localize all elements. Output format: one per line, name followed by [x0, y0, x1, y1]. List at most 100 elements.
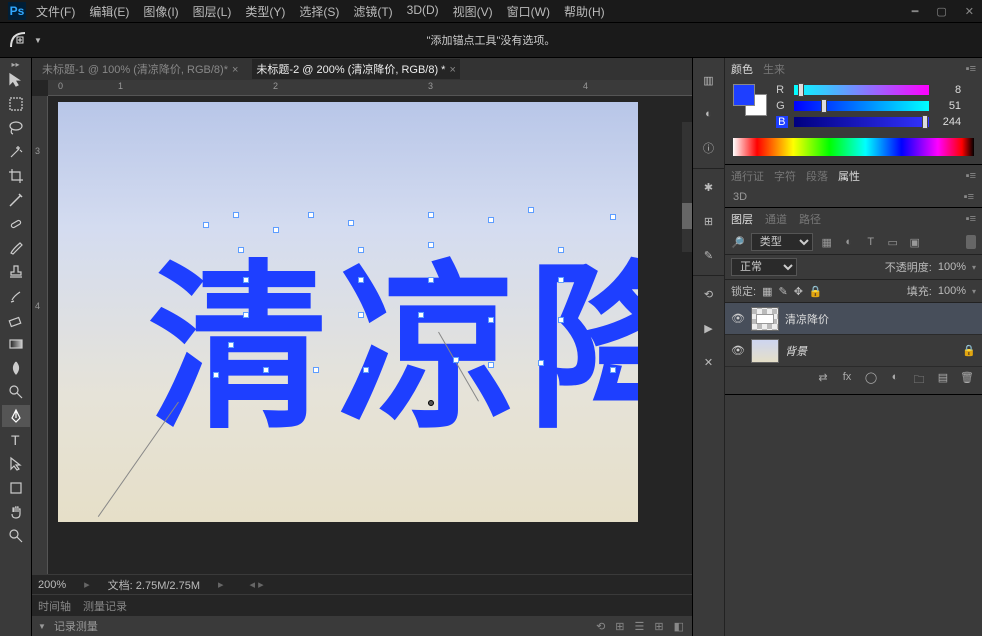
- record-measure[interactable]: 记录测量: [54, 618, 98, 634]
- path-anchor[interactable]: [610, 367, 616, 373]
- marquee-tool[interactable]: [2, 93, 30, 115]
- layer-filter-kind[interactable]: 类型: [751, 233, 813, 251]
- history-brush-tool[interactable]: [2, 285, 30, 307]
- lock-pixels-icon[interactable]: ▦: [762, 285, 772, 298]
- ruler-top[interactable]: 0 1 2 3 4: [48, 80, 692, 96]
- path-anchor[interactable]: [558, 317, 564, 323]
- path-anchor[interactable]: [308, 212, 314, 218]
- doc-tab-2-close-icon[interactable]: ×: [449, 64, 455, 76]
- path-anchor[interactable]: [528, 207, 534, 213]
- paths-tab[interactable]: 路径: [799, 211, 821, 227]
- delete-icon[interactable]: 🗑: [960, 371, 974, 390]
- status-icon[interactable]: ⊞: [654, 620, 663, 633]
- path-anchor[interactable]: [238, 247, 244, 253]
- menu-type[interactable]: 类型(Y): [245, 3, 285, 20]
- blend-mode-select[interactable]: 正常: [731, 258, 797, 276]
- props-tab-4[interactable]: 属性: [838, 168, 860, 184]
- filter-type-icon[interactable]: T: [863, 234, 879, 250]
- layer-name[interactable]: 背景: [785, 343, 807, 359]
- type-tool[interactable]: T: [2, 429, 30, 451]
- path-anchor[interactable]: [213, 372, 219, 378]
- layer-thumb[interactable]: [751, 307, 779, 331]
- layer-name[interactable]: 清凉降价: [785, 311, 829, 327]
- path-anchor[interactable]: [363, 367, 369, 373]
- path-anchor[interactable]: [203, 222, 209, 228]
- path-anchor[interactable]: [488, 362, 494, 368]
- filter-pixel-icon[interactable]: ▦: [819, 234, 835, 250]
- visibility-icon[interactable]: 👁: [731, 312, 745, 325]
- path-anchor[interactable]: [348, 220, 354, 226]
- canvas-viewport[interactable]: 清凉降: [48, 96, 692, 574]
- fx-icon[interactable]: fx: [840, 371, 854, 390]
- status-icon[interactable]: ◧: [674, 620, 684, 633]
- path-anchor[interactable]: [313, 367, 319, 373]
- status-icon[interactable]: ⟲: [596, 620, 605, 633]
- status-icon[interactable]: ⊞: [615, 620, 624, 633]
- menu-view[interactable]: 视图(V): [453, 3, 493, 20]
- doc-tab-1-close-icon[interactable]: ×: [232, 64, 238, 76]
- swatches-tab[interactable]: 生来: [763, 61, 785, 77]
- eyedropper-tool[interactable]: [2, 189, 30, 211]
- b-value[interactable]: 244: [935, 116, 961, 128]
- menu-help[interactable]: 帮助(H): [564, 3, 605, 20]
- path-anchor[interactable]: [243, 277, 249, 283]
- dodge-tool[interactable]: [2, 381, 30, 403]
- panel-menu-icon[interactable]: ▪≡: [966, 63, 976, 75]
- history-icon[interactable]: ⟲: [695, 280, 723, 308]
- group-icon[interactable]: 🗀: [912, 371, 926, 390]
- link-icon[interactable]: ⇄: [816, 371, 830, 390]
- timeline-panel-tab[interactable]: 时间轴: [38, 598, 71, 614]
- doc-tab-1[interactable]: 未标题-1 @ 100% (清凉降价, RGB/8)*×: [38, 59, 242, 79]
- path-anchor[interactable]: [358, 247, 364, 253]
- path-anchor[interactable]: [233, 212, 239, 218]
- path-anchor[interactable]: [358, 277, 364, 283]
- minimize-icon[interactable]: ━: [912, 5, 919, 18]
- info-icon[interactable]: ⓘ: [695, 134, 723, 162]
- filter-smart-icon[interactable]: ▣: [907, 234, 923, 250]
- move-tool[interactable]: [2, 69, 30, 91]
- adjustments-icon[interactable]: ✎: [695, 241, 723, 269]
- path-anchor[interactable]: [273, 227, 279, 233]
- path-anchor[interactable]: [263, 367, 269, 373]
- doc-tab-2[interactable]: 未标题-2 @ 200% (清凉降价, RGB/8) *×: [252, 59, 459, 79]
- menu-edit[interactable]: 编辑(E): [89, 3, 129, 20]
- filter-shape-icon[interactable]: ▭: [885, 234, 901, 250]
- current-tool[interactable]: ▼: [8, 30, 42, 50]
- close-icon[interactable]: ✕: [965, 5, 974, 18]
- heal-tool[interactable]: [2, 213, 30, 235]
- path-anchor[interactable]: [488, 217, 494, 223]
- menu-select[interactable]: 选择(S): [299, 3, 339, 20]
- g-slider[interactable]: [794, 101, 929, 111]
- g-value[interactable]: 51: [935, 100, 961, 112]
- brush-tool[interactable]: [2, 237, 30, 259]
- wand-tool[interactable]: [2, 141, 30, 163]
- filter-toggle[interactable]: [966, 235, 976, 249]
- path-anchor[interactable]: [428, 212, 434, 218]
- r-value[interactable]: 8: [935, 84, 961, 96]
- pen-tool[interactable]: [2, 405, 30, 427]
- eraser-tool[interactable]: [2, 309, 30, 331]
- color-swatches[interactable]: [733, 84, 767, 116]
- shape-tool[interactable]: [2, 477, 30, 499]
- options-icon[interactable]: ✕: [695, 348, 723, 376]
- mask-icon[interactable]: ◯: [864, 371, 878, 390]
- adjust-layer-icon[interactable]: ◐: [888, 371, 902, 390]
- lock-position-icon[interactable]: ✥: [794, 285, 803, 298]
- path-anchor[interactable]: [453, 357, 459, 363]
- panel-menu-icon[interactable]: ▪≡: [964, 191, 974, 203]
- collapse-icon[interactable]: ▸▸: [0, 60, 31, 69]
- lasso-tool[interactable]: [2, 117, 30, 139]
- menu-window[interactable]: 窗口(W): [507, 3, 550, 20]
- menu-filter[interactable]: 滤镜(T): [353, 3, 392, 20]
- visibility-icon[interactable]: 👁: [731, 344, 745, 357]
- props-tab-3[interactable]: 段落: [806, 168, 828, 184]
- layer-row-text[interactable]: 👁 清凉降价: [725, 303, 982, 335]
- navigator-icon[interactable]: ◐: [695, 100, 723, 128]
- props-tab-1[interactable]: 通行证: [731, 168, 764, 184]
- layer-thumb[interactable]: [751, 339, 779, 363]
- path-anchor[interactable]: [610, 214, 616, 220]
- histogram-icon[interactable]: ▥: [695, 66, 723, 94]
- panel-menu-icon[interactable]: ▪≡: [966, 213, 976, 225]
- lock-all-icon[interactable]: 🔒: [809, 285, 823, 298]
- path-anchor[interactable]: [558, 247, 564, 253]
